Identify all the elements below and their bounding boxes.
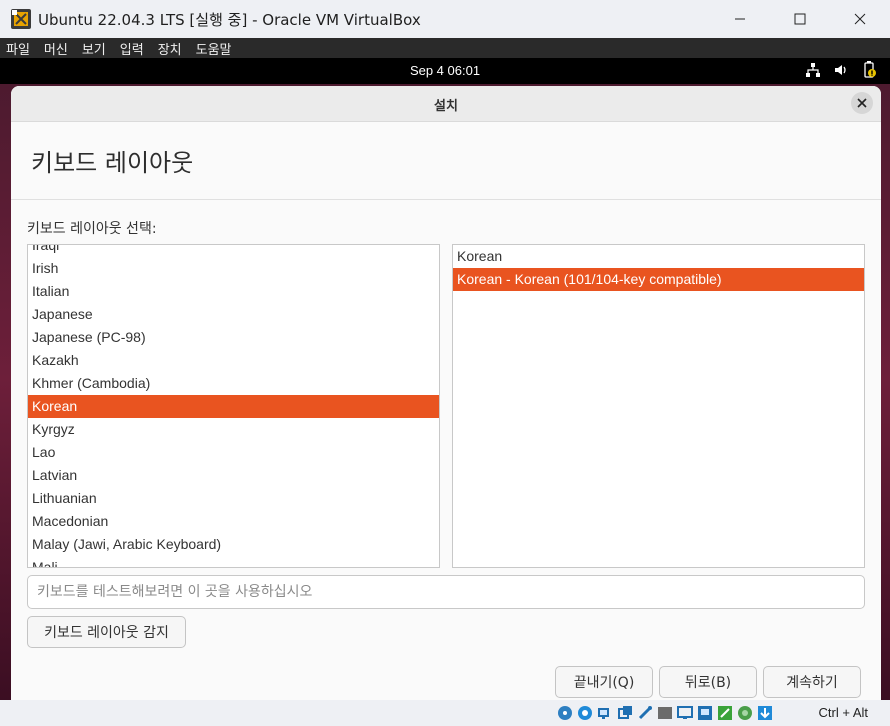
layout-item-mali[interactable]: Mali (28, 556, 439, 567)
menu-file[interactable]: 파일 (6, 39, 30, 58)
layout-item-japanese-pc98[interactable]: Japanese (PC-98) (28, 326, 439, 349)
network-icon[interactable] (596, 704, 613, 721)
menu-view[interactable]: 보기 (82, 39, 106, 58)
window-controls (710, 0, 890, 38)
guest-topbar: Sep 4 06:01 (0, 58, 890, 84)
maximize-button[interactable] (770, 0, 830, 38)
quit-button[interactable]: 끝내기(Q) (555, 666, 653, 698)
battery-icon[interactable] (860, 61, 878, 79)
minimize-button[interactable] (710, 0, 770, 38)
layout-item-iraqi[interactable]: Iraqi (28, 245, 439, 257)
menu-help[interactable]: 도움말 (196, 39, 232, 58)
minimize-icon (735, 18, 745, 20)
layout-item-korean[interactable]: Korean (28, 395, 439, 418)
close-window-button[interactable] (830, 0, 890, 38)
detect-layout-button[interactable]: 키보드 레이아웃 감지 (27, 616, 186, 648)
host-window-title: Ubuntu 22.04.3 LTS [실행 중] - Oracle VM Vi… (38, 10, 421, 29)
continue-button[interactable]: 계속하기 (763, 666, 861, 698)
layout-item-kazakh[interactable]: Kazakh (28, 349, 439, 372)
menu-machine[interactable]: 머신 (44, 39, 68, 58)
capture-icon[interactable] (696, 704, 713, 721)
layout-item-irish[interactable]: Irish (28, 257, 439, 280)
dialog-title: 설치 (434, 99, 458, 114)
page-title: 키보드 레이아웃 (11, 122, 881, 200)
layout-item-khmer[interactable]: Khmer (Cambodia) (28, 372, 439, 395)
clock[interactable]: Sep 4 06:01 (0, 63, 890, 78)
optical-drive-icon[interactable] (556, 704, 573, 721)
dialog-header: 설치 (11, 86, 881, 122)
host-key-label[interactable]: Ctrl + Alt (819, 705, 869, 720)
layout-item-lithuanian[interactable]: Lithuanian (28, 487, 439, 510)
status-icons (556, 704, 773, 721)
layout-item-macedonian[interactable]: Macedonian (28, 510, 439, 533)
network-icon[interactable] (804, 61, 822, 79)
host-titlebar: Ubuntu 22.04.3 LTS [실행 중] - Oracle VM Vi… (0, 0, 890, 38)
host-statusbar: Ctrl + Alt (0, 700, 890, 726)
usb-icon[interactable] (616, 704, 633, 721)
cpu-icon[interactable] (736, 704, 753, 721)
variant-item-korean-101-104[interactable]: Korean - Korean (101/104-key compatible) (453, 268, 864, 291)
system-tray[interactable] (804, 61, 878, 79)
variant-item-korean[interactable]: Korean (453, 245, 864, 268)
keyboard-download-icon[interactable] (756, 704, 773, 721)
menu-devices[interactable]: 장치 (158, 39, 182, 58)
layout-item-japanese[interactable]: Japanese (28, 303, 439, 326)
close-icon (857, 98, 867, 108)
layout-item-latvian[interactable]: Latvian (28, 464, 439, 487)
guest-screen[interactable]: Sep 4 06:01 설치 키보드 레이아웃 키보드 레이아웃 선택: Ira… (0, 58, 890, 700)
back-button[interactable]: 뒤로(B) (659, 666, 757, 698)
layout-item-italian[interactable]: Italian (28, 280, 439, 303)
display-icon[interactable] (656, 704, 673, 721)
layout-list[interactable]: Iraqi Irish Italian Japanese Japanese (P… (27, 244, 440, 568)
virtualbox-app-icon (10, 8, 32, 30)
audio-icon[interactable] (576, 704, 593, 721)
variant-list[interactable]: Korean Korean - Korean (101/104-key comp… (452, 244, 865, 568)
mouse-integration-icon[interactable] (716, 704, 733, 721)
close-icon (854, 13, 866, 25)
layout-item-lao[interactable]: Lao (28, 441, 439, 464)
layout-item-kyrgyz[interactable]: Kyrgyz (28, 418, 439, 441)
keyboard-test-input[interactable] (27, 575, 865, 609)
host-menubar: 파일 머신 보기 입력 장치 도움말 (0, 38, 890, 58)
recording-icon[interactable] (676, 704, 693, 721)
layout-select-label: 키보드 레이아웃 선택: (27, 221, 157, 237)
menu-input[interactable]: 입력 (120, 39, 144, 58)
volume-icon[interactable] (832, 61, 850, 79)
dialog-close-button[interactable] (851, 92, 873, 114)
installer-dialog: 설치 키보드 레이아웃 키보드 레이아웃 선택: Iraqi Irish Ita… (11, 86, 881, 700)
shared-folders-icon[interactable] (636, 704, 653, 721)
maximize-icon (794, 13, 806, 25)
layout-item-malay-jawi[interactable]: Malay (Jawi, Arabic Keyboard) (28, 533, 439, 556)
